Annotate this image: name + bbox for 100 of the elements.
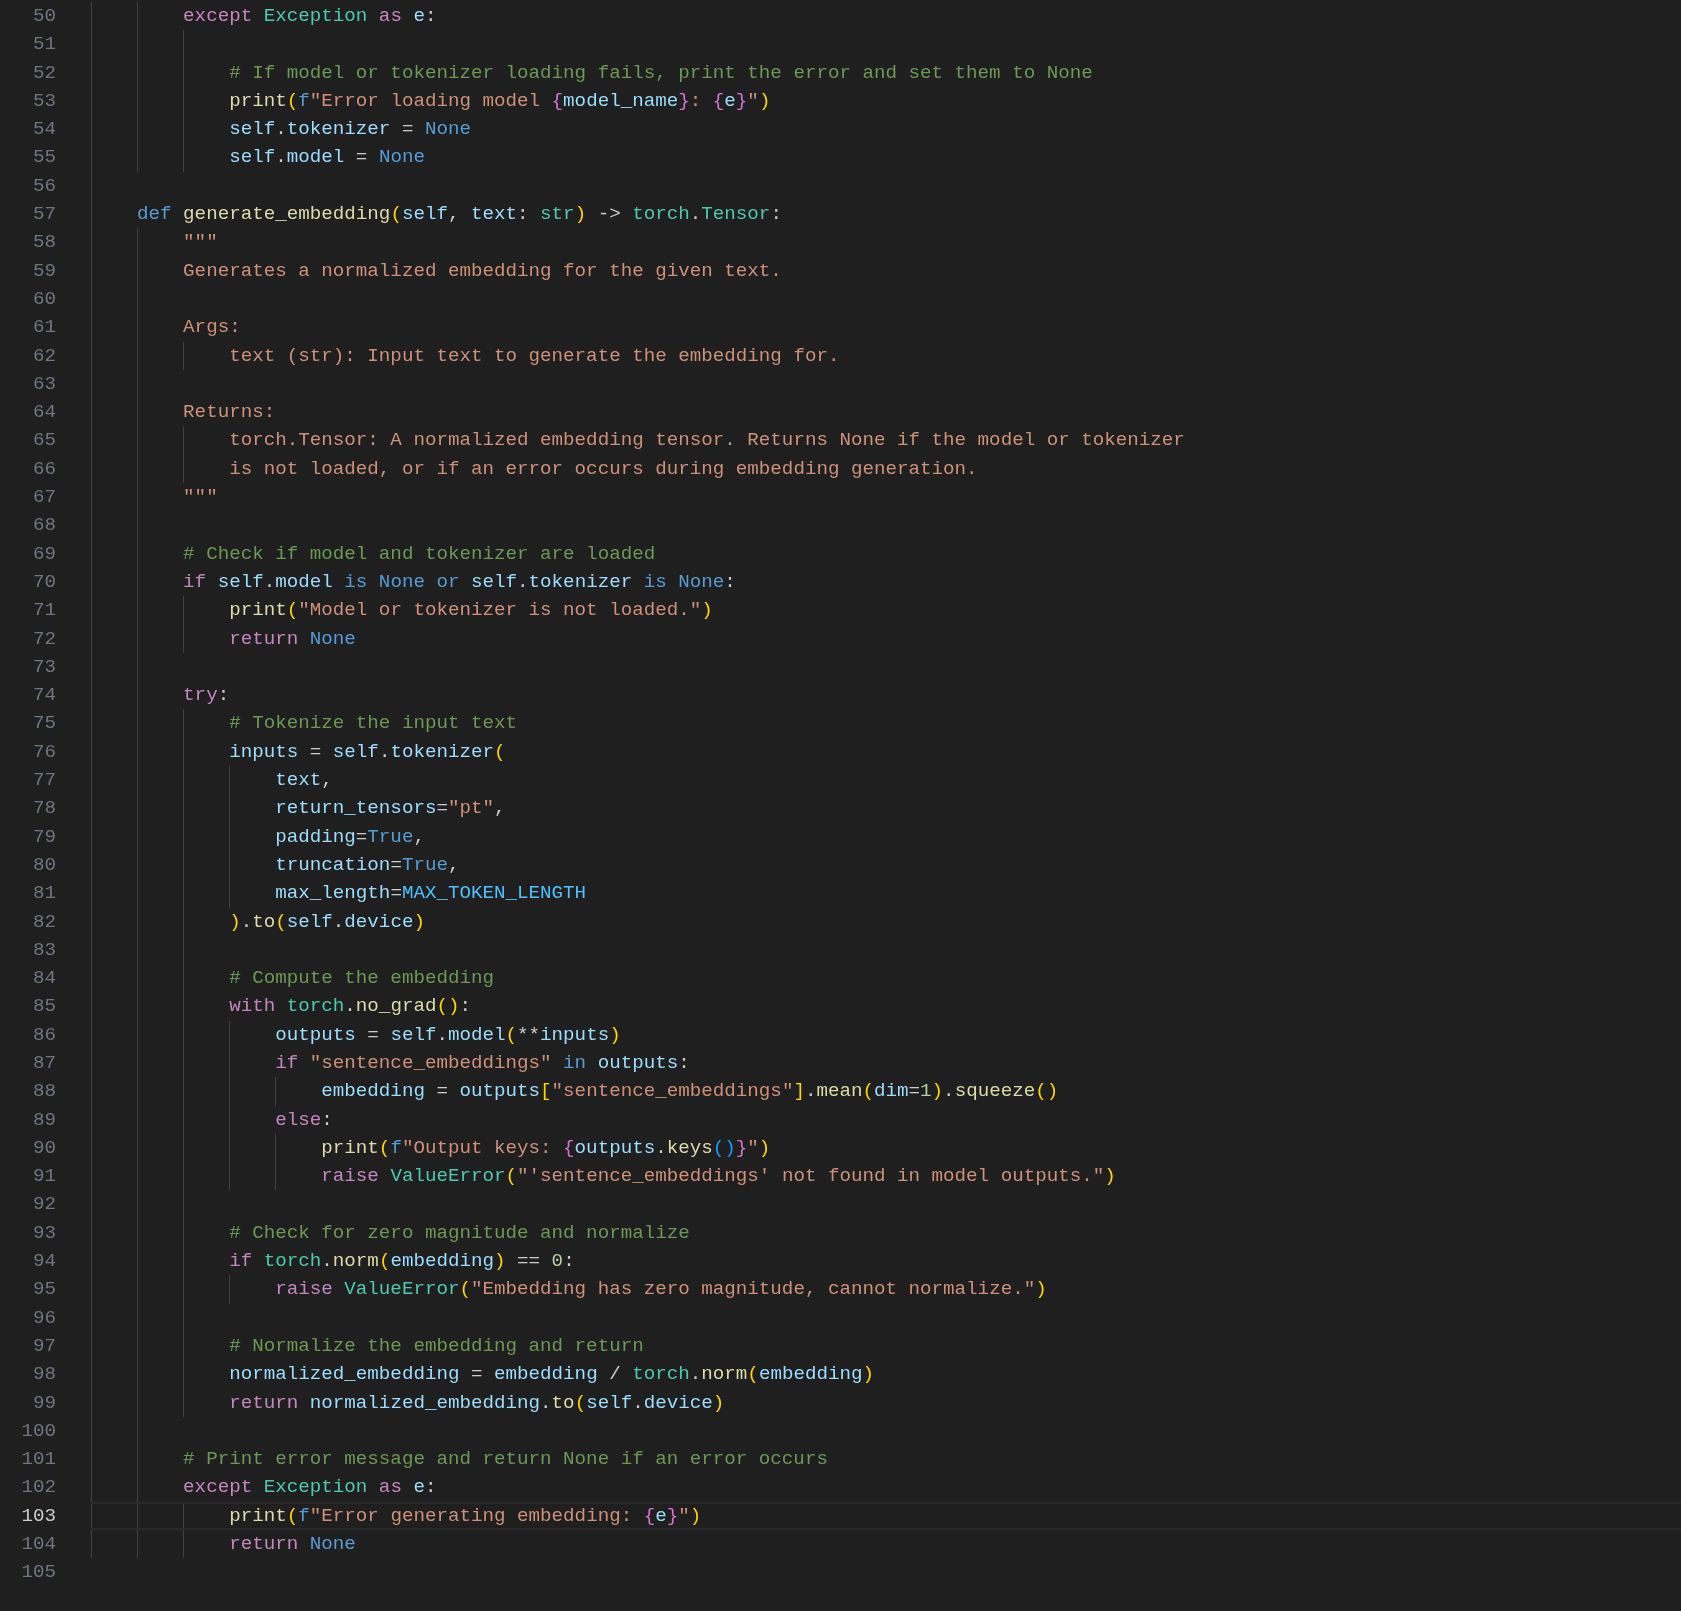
line-number: 52 bbox=[31, 60, 56, 86]
line-number: 100 bbox=[20, 1418, 56, 1444]
code-line: torch.Tensor: A normalized embedding tensor. Returns None if the model or tokenizer bbox=[229, 429, 1185, 452]
code-line: """ bbox=[183, 486, 218, 509]
code-line: self.model = None bbox=[229, 146, 425, 169]
line-number: 76 bbox=[31, 739, 56, 765]
line-number: 59 bbox=[31, 258, 56, 284]
line-number: 51 bbox=[31, 32, 56, 58]
line-number: 87 bbox=[31, 1051, 56, 1076]
line-number: 88 bbox=[31, 1079, 56, 1105]
line-number: 84 bbox=[31, 966, 56, 992]
code-line: Generates a normalized embedding for the given text. bbox=[183, 259, 782, 282]
code-line: print(f"Output keys: {outputs.keys()}") bbox=[321, 1136, 771, 1159]
line-number: 63 bbox=[31, 371, 56, 397]
code-line: if self.model is None or self.tokenizer is None: bbox=[183, 570, 736, 593]
line-number: 69 bbox=[31, 541, 56, 567]
line-number: 79 bbox=[31, 824, 56, 850]
code-line: # Check if model and tokenizer are loaded bbox=[183, 542, 656, 565]
code-line: truncation=True, bbox=[275, 853, 460, 876]
code-line: print(f"Error loading model {model_name}: {e}") bbox=[229, 89, 771, 112]
line-number: 96 bbox=[31, 1305, 56, 1331]
line-number: 77 bbox=[31, 768, 56, 793]
line-number: 103 bbox=[20, 1503, 56, 1529]
code-line: self.tokenizer = None bbox=[229, 118, 471, 141]
code-line: Args: bbox=[183, 316, 241, 339]
code-line: ).to(self.device) bbox=[229, 910, 425, 933]
code-line: except Exception as e: bbox=[183, 1476, 437, 1499]
code-line: return None bbox=[229, 627, 356, 650]
code-line: text (str): Input text to generate the embedding for. bbox=[229, 344, 840, 367]
line-number: 62 bbox=[31, 343, 56, 369]
line-number: 92 bbox=[31, 1192, 56, 1218]
code-line: return_tensors="pt", bbox=[275, 797, 506, 820]
line-number: 78 bbox=[31, 796, 56, 822]
line-number: 90 bbox=[31, 1135, 56, 1161]
code-line: # Normalize the embedding and return bbox=[229, 1334, 644, 1357]
code-line: is not loaded, or if an error occurs during embedding generation. bbox=[229, 457, 978, 480]
line-number: 60 bbox=[31, 286, 56, 312]
line-number: 66 bbox=[31, 456, 56, 482]
code-line: embedding = outputs["sentence_embeddings"].mean(dim=1).squeeze() bbox=[321, 1080, 1059, 1103]
code-line: # Print error message and return None if an error occurs bbox=[183, 1448, 828, 1471]
code-line: outputs = self.model(**inputs) bbox=[275, 1023, 621, 1046]
code-line: print(f"Error generating embedding: {e}") bbox=[229, 1504, 702, 1527]
line-number: 99 bbox=[31, 1390, 56, 1416]
line-number: 73 bbox=[31, 654, 56, 680]
line-number: 105 bbox=[20, 1560, 56, 1586]
line-number: 74 bbox=[31, 683, 56, 709]
line-number: 82 bbox=[31, 909, 56, 935]
line-number: 70 bbox=[31, 569, 56, 595]
code-line: return normalized_embedding.to(self.device) bbox=[229, 1391, 725, 1414]
line-number: 94 bbox=[31, 1249, 56, 1275]
code-line: normalized_embedding = embedding / torch.norm(embedding) bbox=[229, 1363, 875, 1386]
line-number: 64 bbox=[31, 400, 56, 426]
line-number: 57 bbox=[31, 202, 56, 228]
line-number: 97 bbox=[31, 1333, 56, 1359]
line-number: 80 bbox=[31, 852, 56, 878]
code-line: # Tokenize the input text bbox=[229, 712, 518, 735]
line-number: 83 bbox=[31, 937, 56, 963]
code-line: raise ValueError("'sentence_embeddings' not found in model outputs.") bbox=[321, 1165, 1116, 1188]
code-line: inputs = self.tokenizer( bbox=[229, 740, 506, 763]
line-number: 56 bbox=[31, 173, 56, 199]
code-line: raise ValueError("Embedding has zero magnitude, cannot normalize.") bbox=[275, 1278, 1047, 1301]
line-number: 71 bbox=[31, 598, 56, 624]
code-line: with torch.no_grad(): bbox=[229, 995, 471, 1018]
code-line: # Check for zero magnitude and normalize bbox=[229, 1221, 690, 1244]
line-number: 104 bbox=[20, 1532, 56, 1558]
code-line: return None bbox=[229, 1533, 356, 1556]
line-number: 101 bbox=[20, 1447, 56, 1473]
code-line: def generate_embedding(self, text: str) -> torch.Tensor: bbox=[137, 203, 782, 226]
line-number: 65 bbox=[31, 428, 56, 454]
code-line: if "sentence_embeddings" in outputs: bbox=[275, 1052, 690, 1074]
line-number: 86 bbox=[31, 1022, 56, 1048]
line-number: 68 bbox=[31, 513, 56, 539]
line-number: 102 bbox=[20, 1475, 56, 1501]
code-line: text, bbox=[275, 769, 333, 791]
line-number: 72 bbox=[31, 626, 56, 652]
line-number: 67 bbox=[31, 485, 56, 511]
code-line: padding=True, bbox=[275, 825, 425, 848]
line-number: 93 bbox=[31, 1220, 56, 1246]
code-line: print("Model or tokenizer is not loaded.") bbox=[229, 599, 713, 622]
code-line: max_length=MAX_TOKEN_LENGTH bbox=[275, 882, 587, 905]
line-number: 91 bbox=[31, 1164, 56, 1190]
line-number: 53 bbox=[31, 88, 56, 114]
line-number: 58 bbox=[31, 230, 56, 256]
line-number: 55 bbox=[31, 145, 56, 171]
code-line: """ bbox=[183, 231, 218, 254]
line-number: 61 bbox=[31, 315, 56, 341]
line-number: 98 bbox=[31, 1362, 56, 1388]
code-line: # Compute the embedding bbox=[229, 967, 494, 990]
line-number: 75 bbox=[31, 711, 56, 737]
line-number: 85 bbox=[31, 994, 56, 1020]
code-line: else: bbox=[275, 1108, 333, 1131]
line-number: 89 bbox=[31, 1107, 56, 1133]
line-number: 95 bbox=[31, 1277, 56, 1303]
code-line: except Exception as e: bbox=[183, 5, 437, 27]
code-line: Returns: bbox=[183, 401, 276, 424]
code-line: if torch.norm(embedding) == 0: bbox=[229, 1250, 575, 1273]
code-line: try: bbox=[183, 684, 230, 707]
line-number: 50 bbox=[31, 4, 56, 29]
code-line: # If model or tokenizer loading fails, print the error and set them to None bbox=[229, 61, 1093, 84]
line-number: 54 bbox=[31, 117, 56, 143]
